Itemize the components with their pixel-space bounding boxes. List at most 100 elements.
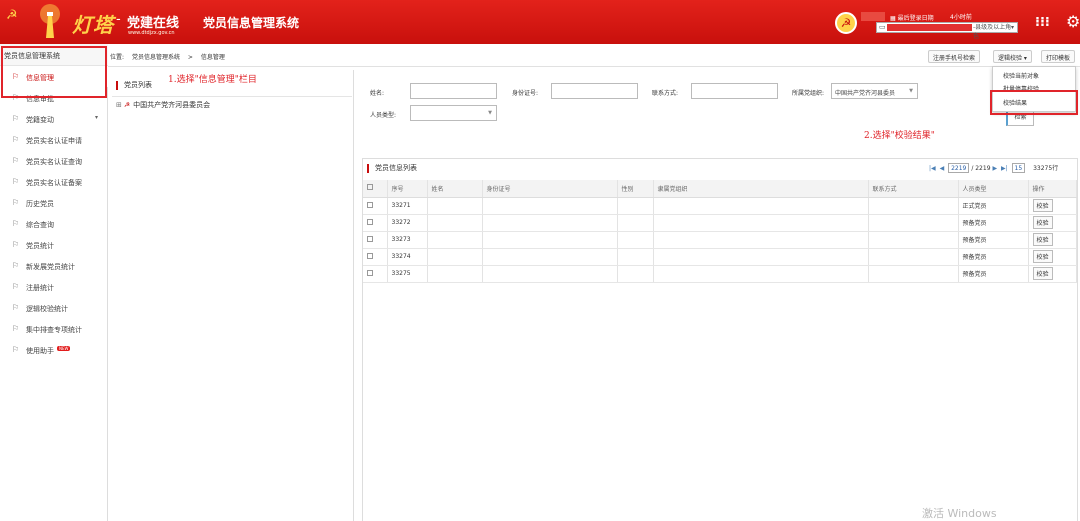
cell-gender [617,248,654,266]
breadcrumb-current: 信息管理 [200,54,225,61]
member-icon: ⚐ [12,156,20,165]
sidebar-item-query[interactable]: ⚐ 综合查询 [0,213,108,234]
table-row: 33274 预备党员 校验 [363,248,1077,266]
menu-item-check-current[interactable]: 校验当前对象 [1003,71,1039,80]
cell-org [653,265,869,283]
page-size-input[interactable]: 15 [1011,163,1026,173]
first-page-icon[interactable]: |◀ [929,165,936,172]
tree-node-root[interactable]: ⊞ ☭ 中国共产党齐河县委员会 [116,100,210,110]
contact-input[interactable] [691,83,778,99]
logic-check-button[interactable]: 逻辑校验 ▾ [993,50,1032,63]
row-checkbox[interactable] [367,235,373,242]
name-input[interactable] [410,83,497,99]
logo-text: 灯塔 [72,13,114,37]
chevron-down-icon: ▼ [488,110,492,116]
cell-id [482,265,618,283]
sidebar-item-help[interactable]: ⚐ 使用助手 NEW [0,339,108,360]
tree-expand-icon[interactable]: ⊞ [116,101,122,109]
sidebar-item-membership-change[interactable]: ⚐ 党籍变动 ▾ [0,108,108,129]
sidebar-item-new-member-stats[interactable]: ⚐ 新发展党员统计 [0,255,108,276]
system-title: 党员信息管理系统 [203,16,300,30]
row-checkbox[interactable] [367,218,373,225]
member-icon: ⚐ [12,240,20,249]
total-rows: 33275行 [1033,165,1059,172]
sidebar-item-auth-record[interactable]: ⚐ 党员实名认证备案 [0,171,108,192]
cell-id [482,197,618,215]
cell-gender [617,265,654,283]
row-check-button[interactable]: 校验 [1032,233,1053,246]
header-seq: 序号 [387,180,428,198]
last-page-icon[interactable]: ▶| [1001,165,1008,172]
select-all-checkbox[interactable] [367,184,373,191]
cell-contact [868,231,959,249]
cell-id [482,214,618,232]
page-input[interactable]: 2219 [948,163,970,173]
header-gender: 性别 [617,180,654,198]
pager: |◀ ◀ 2219 / 2219 ▶ ▶| 15 33275行 [929,163,1058,173]
cell-org [653,197,869,215]
row-checkbox[interactable] [367,201,373,208]
type-select[interactable]: ▼ [410,105,497,121]
cell-name [427,265,483,283]
header-contact: 联系方式 [868,180,959,198]
contact-label: 联系方式: [652,90,679,97]
search-form: 姓名: 身份证号: 联系方式: 所属党组织: 中国共产党齐河县委员 ▼ 人员类型:… [362,75,1078,155]
sidebar-item-logic-stats[interactable]: ⚐ 逻辑校验统计 [0,297,108,318]
sidebar-item-auth-apply[interactable]: ⚐ 党员实名认证申请 [0,129,108,150]
row-checkbox[interactable] [367,269,373,276]
register-phone-search-button[interactable]: 注册手机号检索 [928,50,981,63]
sidebar-item-special-stats[interactable]: ⚐ 集中排查专项统计 [0,318,108,339]
breadcrumb-sep: > [187,54,193,61]
total-pages: / 2219 [971,165,991,172]
annotation-step-2: 2.选择"校验结果" [864,131,935,141]
member-icon: ⚐ [12,219,20,228]
print-template-button[interactable]: 打印模板 [1041,50,1076,63]
row-checkbox[interactable] [367,252,373,259]
redacted-org [887,24,972,31]
member-icon: ⚐ [12,282,20,291]
cell-name [427,231,483,249]
next-page-icon[interactable]: ▶ [992,165,997,172]
cell-org [653,231,869,249]
cell-id [482,248,618,266]
member-icon: ⚐ [12,303,20,312]
divider [112,96,352,97]
header-select [363,180,388,198]
monitor-icon: ▭ [879,23,886,31]
id-input[interactable] [551,83,638,99]
prev-page-icon[interactable]: ◀ [940,165,945,172]
logo-subtitle: 党建在线 [127,16,180,31]
gear-icon[interactable]: ⚙ [1066,12,1080,31]
sidebar-item-member-stats[interactable]: ⚐ 党员统计 [0,234,108,255]
member-icon: ⚐ [12,345,20,354]
cell-name [427,197,483,215]
org-select[interactable]: 中国共产党齐河县委员 ▼ [831,83,918,99]
windows-activation-watermark: 激活 Windows [922,507,997,520]
cell-type: 预备党员 [958,248,1029,266]
row-check-button[interactable]: 校验 [1032,199,1053,212]
annotation-box-check-result [990,90,1078,115]
logo-url: www.dtdjzx.gov.cn [128,30,175,36]
row-check-button[interactable]: 校验 [1032,216,1053,229]
cell-gender [617,231,654,249]
cell-seq: 33274 [387,248,428,266]
sidebar-item-register-stats[interactable]: ⚐ 注册统计 [0,276,108,297]
row-check-button[interactable]: 校验 [1032,250,1053,263]
role-select[interactable]: ▭ -县级及以上角色 ▾ [876,22,1018,40]
cell-gender [617,197,654,215]
org-tree-panel: 党员列表 1.选择"信息管理"栏目 ⊞ ☭ 中国共产党齐河县委员会 [112,70,354,521]
member-icon: ⚐ [12,135,20,144]
annotation-box-sidebar [1,46,107,98]
table-row: 33272 预备党员 校验 [363,214,1077,232]
sidebar-item-auth-query[interactable]: ⚐ 党员实名认证查询 [0,150,108,171]
apps-grid-icon[interactable]: ⁝⁝⁝ [1035,15,1050,30]
new-badge: NEW [57,346,71,351]
breadcrumb-system[interactable]: 党员信息管理系统 [132,54,180,61]
cell-org [653,214,869,232]
lighthouse-icon [40,4,60,38]
row-check-button[interactable]: 校验 [1032,267,1053,280]
cell-contact [868,197,959,215]
sidebar-item-history[interactable]: ⚐ 历史党员 [0,192,108,213]
header-type: 人员类型 [958,180,1029,198]
cell-contact [868,214,959,232]
